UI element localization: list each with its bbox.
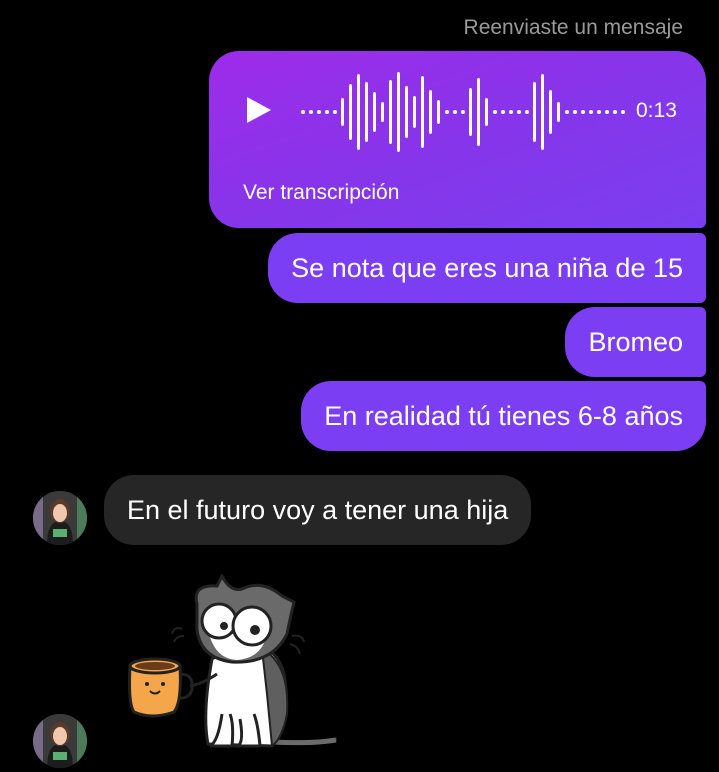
waveform-bar [357, 74, 360, 150]
waveform-bar [533, 82, 536, 142]
waveform-bar [501, 110, 505, 114]
waveform-bar [509, 110, 513, 114]
waveform-bar [437, 100, 440, 124]
waveform-bar [381, 102, 384, 122]
waveform-bar [589, 110, 593, 114]
waveform-bar [349, 84, 352, 140]
waveform-bar [485, 98, 488, 126]
waveform-bar [565, 110, 569, 114]
waveform-bar [453, 110, 457, 114]
avatar-image [33, 491, 87, 545]
waveform-bar [613, 110, 617, 114]
waveform-bar [373, 92, 376, 132]
waveform-bar [325, 110, 329, 114]
play-icon[interactable] [243, 95, 273, 125]
contact-avatar[interactable] [33, 491, 87, 545]
waveform-bar [389, 80, 392, 144]
waveform-bar [413, 96, 416, 128]
waveform-bar [549, 90, 552, 134]
view-transcript-link[interactable]: Ver transcripción [243, 181, 399, 205]
waveform-bar [341, 98, 344, 126]
cat-with-coffee-mug-sticker[interactable] [122, 574, 347, 754]
waveform-bar [573, 110, 577, 114]
waveform-bar [317, 110, 321, 114]
waveform-bar [469, 88, 472, 136]
waveform-bar [597, 110, 601, 114]
waveform-bar [517, 110, 521, 114]
waveform-bar [301, 110, 305, 114]
voice-message-bubble[interactable]: 0:13 Ver transcripción [209, 51, 706, 228]
waveform-bar [493, 110, 497, 114]
waveform-bar [541, 74, 544, 150]
sent-message[interactable]: En realidad tú tienes 6-8 años [301, 381, 706, 451]
waveform-bar [429, 90, 432, 134]
avatar-image [33, 714, 87, 768]
waveform-bar [605, 110, 609, 114]
waveform-bar [397, 72, 400, 152]
waveform-bar [461, 110, 465, 114]
sent-message[interactable]: Bromeo [565, 307, 706, 377]
received-message[interactable]: En el futuro voy a tener una hija [104, 475, 532, 545]
waveform-bar [421, 76, 424, 148]
contact-avatar[interactable] [33, 714, 87, 768]
waveform-bar [525, 110, 529, 114]
waveform-bar [445, 110, 449, 114]
waveform-bar [405, 86, 408, 138]
waveform-bar [477, 78, 480, 146]
waveform-bar [581, 110, 585, 114]
forward-label: Reenviaste un mensaje [463, 16, 683, 39]
waveform-bar [333, 110, 337, 114]
waveform-bar [621, 110, 625, 114]
voice-duration: 0:13 [636, 99, 677, 122]
waveform-bar [557, 102, 560, 122]
audio-waveform[interactable] [297, 72, 627, 152]
waveform-bar [309, 110, 313, 114]
waveform-bar [365, 82, 368, 142]
sent-message[interactable]: Se nota que eres una niña de 15 [268, 233, 706, 303]
